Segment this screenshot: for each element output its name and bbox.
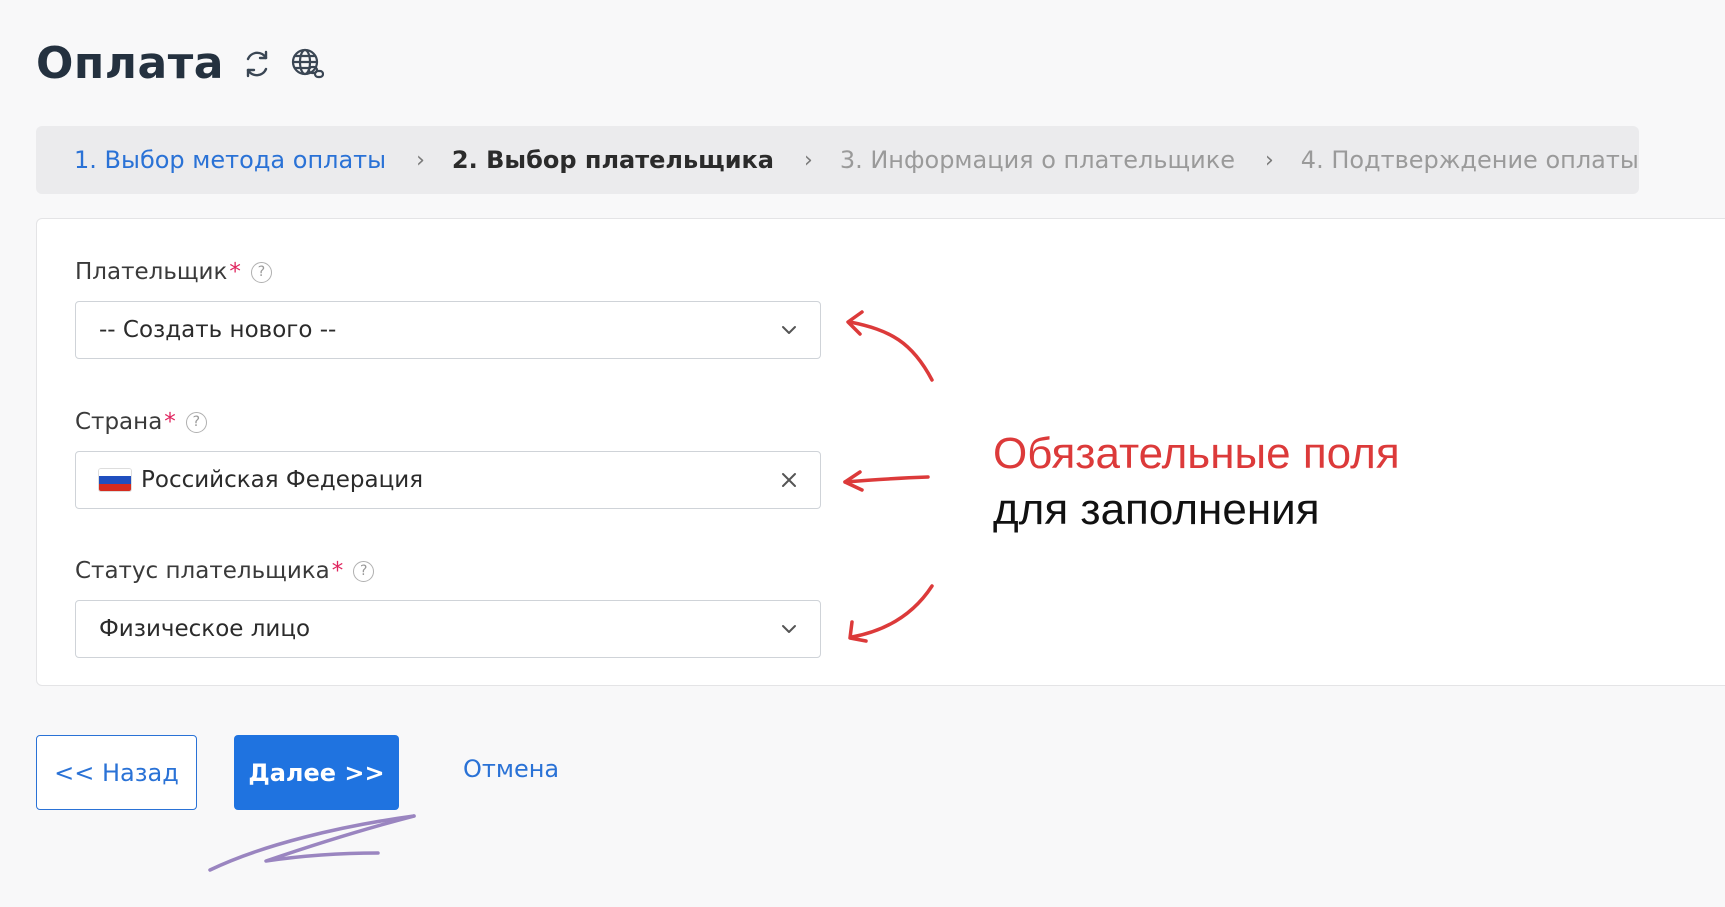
payer-select[interactable]: -- Создать нового --	[75, 301, 821, 359]
annotation-line-1: Обязательные поля	[993, 429, 1400, 478]
step-payer-info: 3. Информация о плательщике	[839, 146, 1235, 174]
country-label-text: Страна	[75, 409, 163, 435]
country-label: Страна * ?	[75, 409, 207, 435]
back-button[interactable]: << Назад	[36, 735, 197, 810]
globe-link-icon[interactable]	[290, 47, 324, 81]
chevron-down-icon[interactable]	[778, 618, 800, 640]
step-payment-method[interactable]: 1. Выбор метода оплаты	[74, 146, 386, 174]
payer-status-label: Статус плательщика * ?	[75, 558, 375, 584]
required-mark: *	[331, 558, 344, 584]
step-payer-selection: 2. Выбор плательщика	[451, 146, 774, 174]
required-mark: *	[164, 409, 176, 435]
next-button[interactable]: Далее >>	[234, 735, 399, 810]
russia-flag-icon	[99, 469, 131, 491]
chevron-down-icon[interactable]	[778, 319, 800, 341]
annotation-line-2: для заполнения	[993, 485, 1320, 534]
payer-status-label-text: Статус плательщика	[75, 558, 330, 584]
help-icon[interactable]: ?	[185, 411, 207, 433]
payer-status-select-value: Физическое лицо	[99, 616, 311, 642]
help-icon[interactable]: ?	[250, 261, 272, 283]
payer-select-value: -- Создать нового --	[99, 317, 337, 343]
step-separator-icon: ›	[804, 147, 813, 173]
help-icon[interactable]: ?	[353, 560, 375, 582]
checkout-stepper: 1. Выбор метода оплаты › 2. Выбор плател…	[36, 126, 1639, 194]
cancel-link[interactable]: Отмена	[463, 755, 559, 783]
payer-status-select[interactable]: Физическое лицо	[75, 600, 821, 658]
step-separator-icon: ›	[416, 147, 425, 173]
page-header: Оплата	[36, 38, 324, 89]
payer-form-panel: Плательщик * ? -- Создать нового -- Стра…	[36, 218, 1725, 686]
country-select[interactable]: Российская Федерация	[75, 451, 821, 509]
next-button-underline	[208, 814, 416, 872]
payer-label: Плательщик * ?	[75, 259, 272, 285]
clear-icon[interactable]	[778, 469, 800, 491]
step-payment-confirmation: 4. Подтверждение оплаты	[1300, 146, 1639, 174]
refresh-icon[interactable]	[240, 47, 274, 81]
required-fields-annotation: Обязательные поля для заполнения	[993, 426, 1400, 538]
page-title: Оплата	[36, 38, 224, 89]
required-mark: *	[229, 259, 241, 285]
country-select-value: Российская Федерация	[141, 467, 424, 493]
step-separator-icon: ›	[1264, 147, 1274, 173]
payer-label-text: Плательщик	[75, 259, 228, 285]
